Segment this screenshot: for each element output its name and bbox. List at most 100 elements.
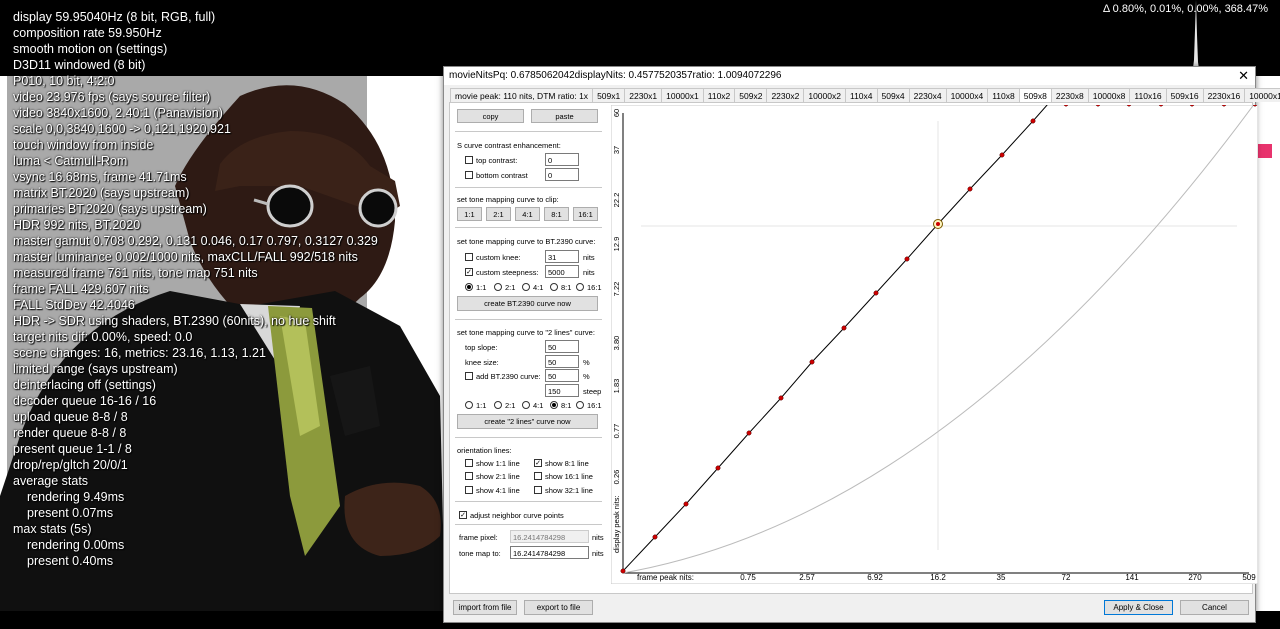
tab-509x2[interactable]: 509x2 (734, 88, 768, 102)
x-tick-label: 0.75 (740, 573, 756, 582)
add-bt2390-input[interactable]: 50 (545, 369, 579, 382)
clip-8-1-button[interactable]: 8:1 (544, 207, 569, 221)
show-16-1-line-checkbox[interactable] (534, 472, 542, 480)
clip-1-1-button[interactable]: 1:1 (457, 207, 482, 221)
osd-line: rendering 0.00ms (27, 538, 125, 552)
curve-point[interactable] (809, 359, 815, 365)
osd-line: video 23.976 fps (says source filter) (13, 90, 211, 104)
create-two-lines-button[interactable]: create "2 lines" curve now (457, 414, 598, 429)
tab-2230x4[interactable]: 2230x4 (908, 88, 947, 102)
tab-10000x2[interactable]: 10000x2 (803, 88, 846, 102)
osd-line: scale 0,0,3840,1600 -> 0,121,1920,921 (13, 122, 231, 136)
custom-steepness-checkbox[interactable]: ✓ (465, 268, 473, 276)
x-tick-label: 72 (1062, 573, 1071, 582)
knee-size-input[interactable]: 50 (545, 355, 579, 368)
curve-point[interactable] (746, 430, 752, 436)
tab-2230x16[interactable]: 2230x16 (1202, 88, 1246, 102)
bt2390-ratio-1-1-radio[interactable] (465, 283, 473, 291)
tab-10000x16[interactable]: 10000x16 (1244, 88, 1280, 102)
curve-point[interactable] (620, 568, 626, 574)
tab-10000x4[interactable]: 10000x4 (945, 88, 989, 102)
curve-point[interactable] (683, 501, 689, 507)
curve-point[interactable] (904, 256, 910, 262)
clip-2-1-button[interactable]: 2:1 (486, 207, 511, 221)
clip-16-1-button[interactable]: 16:1 (573, 207, 598, 221)
bt2390-ratio-8-1-radio[interactable] (550, 283, 558, 291)
bottom-contrast-checkbox[interactable] (465, 171, 473, 179)
osd-line: present 0.40ms (27, 554, 114, 568)
two-lines-ratio-1-1-radio[interactable] (465, 401, 473, 409)
paste-button[interactable]: paste (531, 109, 598, 123)
copy-button[interactable]: copy (457, 109, 524, 123)
tab-110x8[interactable]: 110x8 (987, 88, 1020, 102)
x-tick-label: 141 (1125, 573, 1139, 582)
top-slope-input[interactable]: 50 (545, 340, 579, 353)
tab-509x8[interactable]: 509x8 (1018, 88, 1052, 102)
import-button[interactable]: import from file (453, 600, 517, 615)
curve-point[interactable] (999, 152, 1005, 158)
custom-knee-checkbox[interactable] (465, 253, 473, 261)
custom-knee-input[interactable]: 31 (545, 250, 579, 263)
dialog-title: movieNitsPq: 0.6785062042displayNits: 0.… (449, 70, 782, 81)
tab-509x16[interactable]: 509x16 (1165, 88, 1204, 102)
osd-line: HDR 992 nits, BT.2020 (13, 218, 141, 232)
show-2-1-line-checkbox[interactable] (465, 472, 473, 480)
show-4-1-line-checkbox[interactable] (465, 486, 473, 494)
close-icon[interactable]: ✕ (1238, 68, 1249, 84)
two-lines-ratio-16-1-radio[interactable] (576, 401, 584, 409)
apply-close-button[interactable]: Apply & Close (1104, 600, 1173, 615)
orientation-title: orientation lines: (457, 446, 512, 455)
add-bt2390-checkbox[interactable] (465, 372, 473, 380)
radio-label: 2:1 (505, 401, 516, 410)
bt2390-ratio-4-1-radio[interactable] (522, 283, 530, 291)
checkbox-label: show 8:1 line (545, 459, 589, 468)
curve-point[interactable] (841, 325, 847, 331)
tab-509x1[interactable]: 509x1 (592, 88, 626, 102)
top-contrast-label: top contrast: (476, 156, 518, 165)
tab-110x2[interactable]: 110x2 (702, 88, 736, 102)
tab-110x4[interactable]: 110x4 (844, 88, 878, 102)
tab-movie-peak[interactable]: movie peak: 110 nits, DTM ratio: 1x (450, 88, 594, 102)
frame-pixel-label: frame pixel: (459, 533, 498, 542)
radio-label: 8:1 (561, 401, 572, 410)
osd-line: touch window from inside (13, 138, 154, 152)
tab-10000x8[interactable]: 10000x8 (1087, 88, 1131, 102)
show-1-1-line-checkbox[interactable] (465, 459, 473, 467)
cancel-button[interactable]: Cancel (1180, 600, 1249, 615)
top-contrast-input[interactable]: 0 (545, 153, 579, 166)
y-axis-label: display peak nits: (612, 495, 621, 553)
curve-point[interactable] (967, 186, 973, 192)
bt2390-ratio-2-1-radio[interactable] (494, 283, 502, 291)
tab-509x4[interactable]: 509x4 (876, 88, 910, 102)
top-contrast-checkbox[interactable] (465, 156, 473, 164)
two-lines-ratio-4-1-radio[interactable] (522, 401, 530, 409)
tone-map-label: tone map to: (459, 549, 501, 558)
curve-point[interactable] (652, 534, 658, 540)
bt2390-ratio-16-1-radio[interactable] (576, 283, 584, 291)
curve-point[interactable] (1030, 118, 1036, 124)
tone-map-input[interactable]: 16.2414784298 (510, 546, 589, 559)
two-lines-ratio-8-1-radio[interactable] (550, 401, 558, 409)
two-lines-ratio-2-1-radio[interactable] (494, 401, 502, 409)
curve-point[interactable] (936, 222, 940, 226)
curve-point[interactable] (778, 395, 784, 401)
tab-110x16[interactable]: 110x16 (1129, 88, 1167, 102)
show-32-1-line-checkbox[interactable] (534, 486, 542, 494)
tab-2230x8[interactable]: 2230x8 (1050, 88, 1089, 102)
tone-curve-chart[interactable]: 0.75 2.57 6.92 16.2 35 72 141 270 509 0.26 0.77 1.… (611, 105, 1258, 584)
export-button[interactable]: export to file (524, 600, 593, 615)
curve-point[interactable] (715, 465, 721, 471)
frame-pixel-unit: nits (592, 533, 604, 542)
create-bt2390-button[interactable]: create BT.2390 curve now (457, 296, 598, 311)
steep-input[interactable]: 150 (545, 384, 579, 397)
separator (455, 187, 602, 188)
tab-2230x1[interactable]: 2230x1 (624, 88, 663, 102)
tab-2230x2[interactable]: 2230x2 (766, 88, 805, 102)
custom-steepness-input[interactable]: 5000 (545, 265, 579, 278)
tab-10000x1[interactable]: 10000x1 (661, 88, 704, 102)
clip-4-1-button[interactable]: 4:1 (515, 207, 540, 221)
curve-point[interactable] (873, 290, 879, 296)
bottom-contrast-input[interactable]: 0 (545, 168, 579, 181)
show-8-1-line-checkbox[interactable]: ✓ (534, 459, 542, 467)
adjust-neighbor-checkbox[interactable]: ✓ (459, 511, 467, 519)
